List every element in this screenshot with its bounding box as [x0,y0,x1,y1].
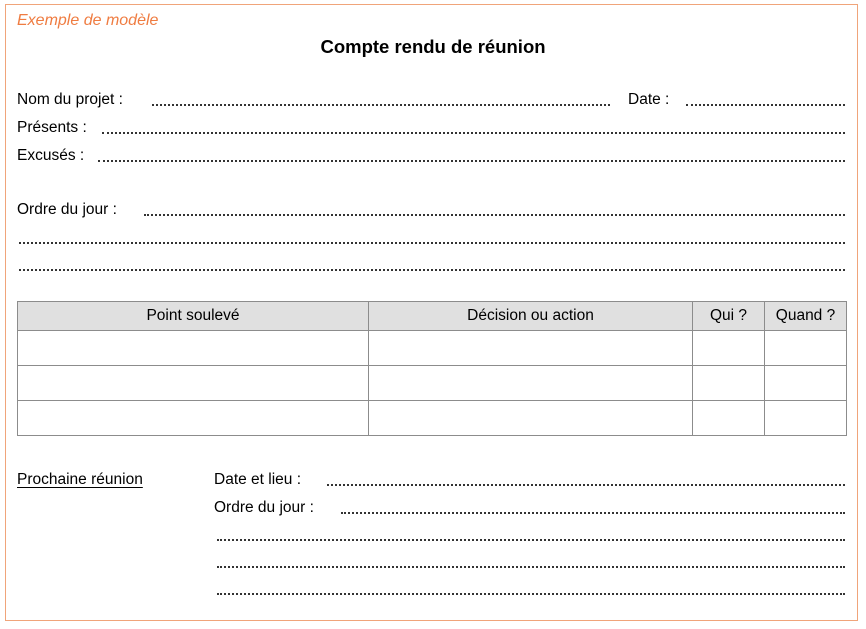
excused-label: Excusés : [17,147,85,164]
present-field[interactable] [102,132,845,134]
project-name-label: Nom du projet : [17,91,123,108]
table-cell[interactable] [17,330,369,366]
next-agenda-field-line-3[interactable] [217,566,845,568]
next-date-place-label: Date et lieu : [214,471,302,488]
agenda-label: Ordre du jour : [17,201,117,218]
table-cell[interactable] [368,330,693,366]
table-cell[interactable] [368,400,693,436]
table-row [17,330,847,366]
table-cell[interactable] [692,330,765,366]
agenda-field-line-2[interactable] [19,242,845,244]
next-date-place-field[interactable] [327,484,845,486]
table-cell[interactable] [764,365,847,401]
table-cell[interactable] [17,400,369,436]
table-cell[interactable] [764,400,847,436]
next-meeting-heading: Prochaine réunion [17,471,143,488]
project-name-field[interactable] [152,104,610,106]
next-agenda-label: Ordre du jour : [214,499,314,516]
table-cell[interactable] [17,365,369,401]
next-agenda-field-line-2[interactable] [217,539,845,541]
template-tag: Exemple de modèle [17,12,159,29]
column-header-decision: Décision ou action [368,301,693,331]
document-title: Compte rendu de réunion [320,36,546,57]
date-label: Date : [628,91,670,108]
table-cell[interactable] [368,365,693,401]
next-agenda-field-line-1[interactable] [341,512,845,514]
table-row [17,400,847,436]
date-field[interactable] [686,104,845,106]
column-header-who: Qui ? [692,301,765,331]
agenda-field-line-1[interactable] [144,214,845,216]
next-agenda-field-line-4[interactable] [217,593,845,595]
column-header-point: Point soulevé [17,301,369,331]
table-cell[interactable] [764,330,847,366]
present-label: Présents : [17,119,87,136]
column-header-when: Quand ? [764,301,847,331]
agenda-field-line-3[interactable] [19,269,845,271]
table-row [17,365,847,401]
table-cell[interactable] [692,365,765,401]
table-header-row: Point soulevé Décision ou action Qui ? Q… [17,301,847,331]
action-table: Point soulevé Décision ou action Qui ? Q… [17,301,847,436]
table-cell[interactable] [692,400,765,436]
excused-field[interactable] [98,160,845,162]
